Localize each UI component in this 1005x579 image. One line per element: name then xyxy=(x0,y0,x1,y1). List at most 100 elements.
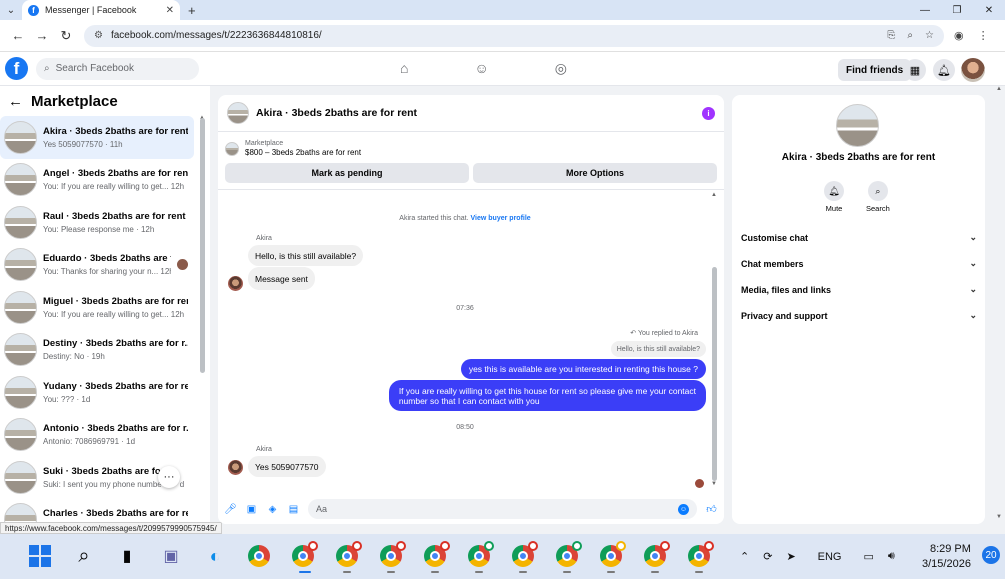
install-app-icon[interactable]: ⎘ xyxy=(887,30,895,41)
view-buyer-profile-link[interactable]: View buyer profile xyxy=(471,215,531,222)
image-icon[interactable]: ▣ xyxy=(245,504,258,515)
bell-icon[interactable]: 🔔︎ xyxy=(933,59,955,81)
url-input[interactable]: ⚙ facebook.com/messages/t/22236368448108… xyxy=(84,24,944,47)
chrome-profile-icon[interactable] xyxy=(555,541,582,568)
chat-members-item[interactable]: Chat members ⌄ xyxy=(741,258,977,269)
minimize-icon[interactable]: — xyxy=(909,0,941,20)
mute-button[interactable]: 🔔︎ Mute xyxy=(824,181,844,213)
browser-menu-icon[interactable]: ⋮ xyxy=(978,29,989,42)
reload-icon[interactable]: ↻ xyxy=(54,28,78,44)
conversation-item[interactable]: Yudany · 3beds 2baths are for re... You: … xyxy=(0,371,194,414)
windows-start-icon[interactable] xyxy=(28,544,52,568)
incoming-message[interactable]: Hello, is this still available? xyxy=(248,245,364,266)
menu-grid-icon[interactable]: ▦ xyxy=(904,59,926,81)
chrome-profile-icon[interactable] xyxy=(599,541,626,568)
media-files-links-item[interactable]: Media, files and links ⌄ xyxy=(741,284,977,295)
incoming-message[interactable]: Yes 5059077570 xyxy=(248,456,326,477)
groups-icon[interactable]: ◎ xyxy=(555,60,567,77)
facebook-logo-icon[interactable]: f xyxy=(5,57,28,80)
bell-icon: 🔔︎ xyxy=(824,181,844,201)
thumbs-up-icon[interactable]: 👍︎ xyxy=(705,503,718,515)
chrome-profile-icon[interactable] xyxy=(687,541,714,568)
outgoing-message[interactable]: yes this is available are you interested… xyxy=(460,359,706,379)
new-tab-button[interactable]: + xyxy=(188,3,196,18)
conversation-item[interactable]: Suki · 3beds 2baths are for r Suki: I sen… xyxy=(0,456,194,499)
marketplace-listing[interactable]: Marketplace $800 – 3beds 2baths are for … xyxy=(218,132,724,157)
task-view-icon[interactable]: ▮ xyxy=(115,544,139,568)
scroll-up-arrow-icon[interactable]: ▲ xyxy=(711,192,717,198)
teams-icon[interactable]: ▣ xyxy=(159,544,183,568)
forward-icon[interactable]: → xyxy=(30,28,54,43)
edge-icon[interactable]: ◐ xyxy=(203,544,227,568)
more-options-button[interactable]: More Options xyxy=(473,163,717,183)
language-indicator[interactable]: ENG xyxy=(818,551,842,563)
chat-scrollbar[interactable] xyxy=(712,267,717,481)
profile-icon[interactable]: ◉ xyxy=(954,29,964,42)
sidebar-scrollbar[interactable] xyxy=(200,118,205,373)
taskbar-search-icon[interactable]: ⌕ xyxy=(72,544,96,568)
chrome-profile-icon[interactable] xyxy=(423,541,450,568)
chrome-icon[interactable] xyxy=(247,544,271,568)
conversation-item[interactable]: Antonio · 3beds 2baths are for r... Anton… xyxy=(0,414,194,457)
conversation-item[interactable]: Destiny · 3beds 2baths are for r... Desti… xyxy=(0,329,194,372)
more-options-icon[interactable]: ··· xyxy=(158,466,180,488)
sticker-icon[interactable]: ◈ xyxy=(266,504,279,515)
scroll-up-arrow-icon[interactable]: ▲ xyxy=(996,86,1002,92)
zoom-icon[interactable]: ⌕ xyxy=(907,30,913,41)
close-window-icon[interactable]: ✕ xyxy=(973,0,1005,20)
tab-search-icon[interactable]: ⌄ xyxy=(0,0,22,20)
back-icon[interactable]: ← xyxy=(6,28,30,43)
scroll-down-arrow-icon[interactable]: ▼ xyxy=(711,481,717,487)
bookmark-star-icon[interactable]: ☆ xyxy=(925,30,934,41)
browser-tab[interactable]: f Messenger | Facebook ✕ xyxy=(22,0,180,20)
taskbar-clock[interactable]: 8:29 PM 3/15/2026 xyxy=(922,542,971,572)
customise-chat-item[interactable]: Customise chat ⌄ xyxy=(741,232,977,243)
location-icon[interactable]: ➤ xyxy=(786,550,795,563)
friends-icon[interactable]: ☺ xyxy=(474,60,488,77)
chat-title[interactable]: Akira · 3beds 2baths are for rent xyxy=(256,107,417,119)
notification-badge[interactable]: 20 xyxy=(982,546,1000,564)
home-icon[interactable]: ⌂ xyxy=(400,60,408,77)
search-button[interactable]: ⌕ Search xyxy=(866,181,890,213)
chat-listing-thumbnail[interactable] xyxy=(227,102,249,124)
scroll-down-arrow-icon[interactable]: ▼ xyxy=(996,514,1002,520)
chrome-profile-icon[interactable] xyxy=(379,541,406,568)
maximize-icon[interactable]: ❐ xyxy=(941,0,973,20)
tab-close-icon[interactable]: ✕ xyxy=(166,5,174,16)
emoji-icon[interactable]: ☺ xyxy=(678,503,689,515)
chrome-profile-icon[interactable] xyxy=(511,541,538,568)
tray-chevron-up-icon[interactable]: ⌃ xyxy=(740,550,749,563)
page-scrollbar[interactable]: ▲ ▼ xyxy=(994,86,1005,524)
privacy-support-item[interactable]: Privacy and support ⌄ xyxy=(741,310,977,321)
incoming-message[interactable]: Message sent xyxy=(248,267,315,290)
details-listing-thumbnail[interactable] xyxy=(836,104,879,147)
quoted-message[interactable]: Hello, is this still available? xyxy=(610,341,706,357)
facebook-search-input[interactable]: ⌕ Search Facebook xyxy=(36,57,199,80)
chrome-profile-icon[interactable] xyxy=(335,541,362,568)
gif-icon[interactable]: ▤ xyxy=(287,504,300,515)
info-icon[interactable]: i xyxy=(702,106,715,120)
network-icon[interactable]: ▭ xyxy=(864,550,874,563)
chrome-profile-icon[interactable] xyxy=(467,541,494,568)
sender-avatar[interactable] xyxy=(228,460,243,475)
chrome-profile-icon[interactable] xyxy=(643,541,670,568)
volume-icon[interactable]: 🔊︎ xyxy=(888,550,895,563)
sender-avatar[interactable] xyxy=(228,276,243,291)
site-info-icon[interactable]: ⚙ xyxy=(94,30,103,41)
conversation-item[interactable]: Eduardo · 3beds 2baths are fo... You: Tha… xyxy=(0,244,194,287)
find-friends-button[interactable]: Find friends xyxy=(838,59,912,81)
mic-icon[interactable]: 🎤︎ xyxy=(224,504,237,515)
mark-as-pending-button[interactable]: Mark as pending xyxy=(225,163,469,183)
outgoing-message[interactable]: If you are really willing to get this ho… xyxy=(388,380,706,411)
system-tray: ⌃ ⟳ ➤ ENG ▭ 🔊︎ xyxy=(740,534,895,579)
conversation-item[interactable]: Miguel · 3beds 2baths are for rent You: I… xyxy=(0,286,194,329)
conversation-item[interactable]: Raul · 3beds 2baths are for rent You: Ple… xyxy=(0,201,194,244)
message-input[interactable]: Aa ☺ xyxy=(308,499,697,519)
account-avatar[interactable] xyxy=(961,58,985,82)
chevron-down-icon: ⌄ xyxy=(969,258,977,268)
sync-icon[interactable]: ⟳ xyxy=(763,550,772,563)
conversation-item[interactable]: Angel · 3beds 2baths are for rent You: If… xyxy=(0,159,194,202)
conversation-item[interactable]: Akira · 3beds 2baths are for rent Yes 505… xyxy=(0,116,194,159)
back-arrow-icon[interactable]: ← xyxy=(8,93,23,110)
chrome-profile-icon[interactable] xyxy=(291,541,318,568)
